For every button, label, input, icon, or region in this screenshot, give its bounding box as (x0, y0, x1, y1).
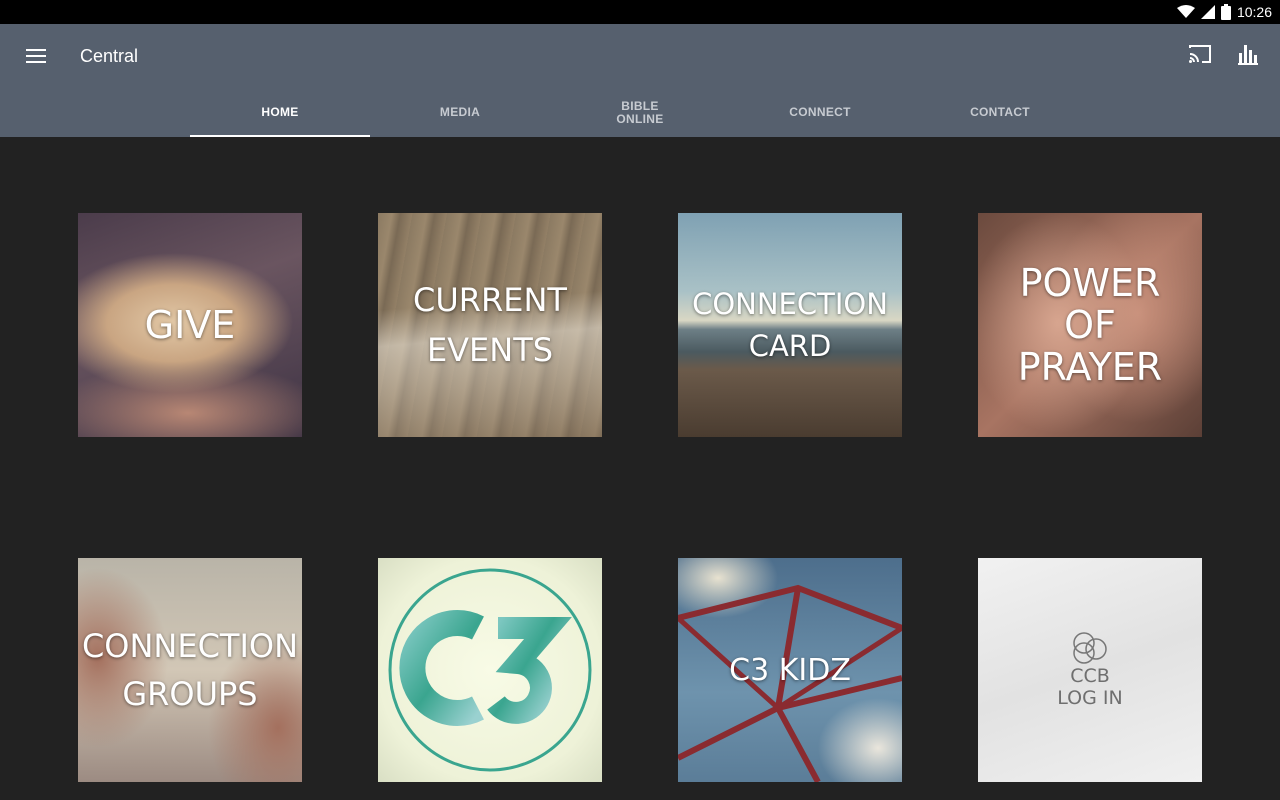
signal-icon (1200, 5, 1215, 19)
tile-c3[interactable]: C3 (378, 558, 602, 782)
c3-logo-icon: C3 (388, 568, 592, 772)
tile-ccb-log-in[interactable]: CCB LOG IN (978, 558, 1202, 782)
app-title: Central (80, 46, 139, 66)
tile-c3-kidz[interactable]: C3 KIDZ (678, 558, 902, 782)
tab-home[interactable]: HOME (190, 88, 370, 137)
menu-button[interactable] (16, 38, 56, 78)
tile-label: POWER OF PRAYER (1017, 261, 1163, 389)
tile-connection-card[interactable]: CONNECTION CARD (678, 213, 902, 437)
tab-contact[interactable]: CONTACT (910, 88, 1090, 137)
tile-label: GIVE (144, 303, 236, 347)
tile-current-events[interactable]: CURRENT EVENTS (378, 213, 602, 437)
app-bar: Central HOME MEDIA BIBLE ONLINE CONNECT … (0, 24, 1280, 137)
tab-label: BIBLE ONLINE (616, 98, 664, 126)
status-bar: 10:26 (0, 0, 1280, 24)
tile-power-of-prayer[interactable]: POWER OF PRAYER (978, 213, 1202, 437)
stats-icon (1238, 43, 1258, 70)
tab-bible-online[interactable]: BIBLE ONLINE (550, 88, 730, 137)
wifi-icon (1176, 5, 1195, 19)
tab-label: CONTACT (970, 105, 1030, 119)
tile-label: C3 KIDZ (729, 652, 851, 688)
tab-connect[interactable]: CONNECT (730, 88, 910, 137)
cast-icon (1188, 44, 1212, 69)
status-icons: 10:26 (1176, 0, 1272, 24)
ccb-content: CCB LOG IN (1057, 631, 1123, 709)
ccb-logo-icon (1073, 632, 1107, 664)
battery-icon (1220, 4, 1231, 20)
menu-icon (26, 48, 46, 69)
tile-give[interactable]: GIVE (78, 213, 302, 437)
tab-label: MEDIA (439, 105, 481, 119)
tile-label: CCB LOG IN (1057, 665, 1123, 709)
status-time: 10:26 (1236, 4, 1272, 20)
tile-label: CONNECTION CARD (692, 287, 888, 363)
tab-label: CONNECT (789, 105, 851, 119)
cast-button[interactable] (1184, 40, 1216, 72)
tab-bar: HOME MEDIA BIBLE ONLINE CONNECT CONTACT (190, 88, 1090, 137)
stats-button[interactable] (1232, 40, 1264, 72)
tile-label: CURRENT EVENTS (413, 281, 567, 369)
tile-label: CONNECTION GROUPS (81, 627, 299, 713)
tile-connection-groups[interactable]: CONNECTION GROUPS (78, 558, 302, 782)
tab-label: HOME (261, 105, 299, 119)
tab-media[interactable]: MEDIA (370, 88, 550, 137)
